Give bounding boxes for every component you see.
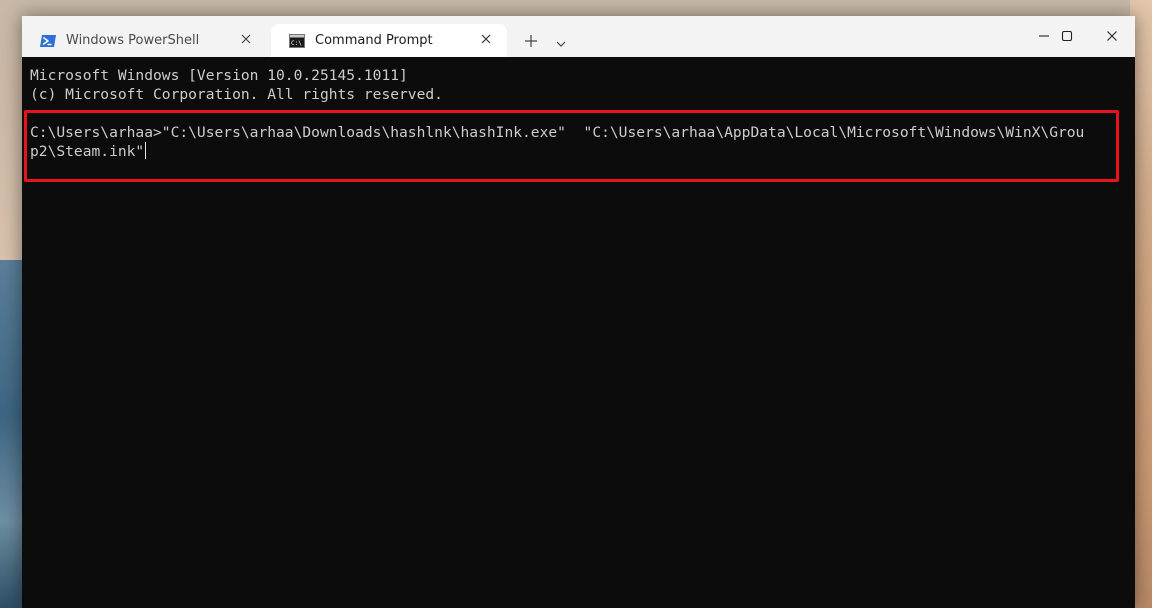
powershell-icon bbox=[40, 34, 56, 47]
minimize-icon[interactable] bbox=[1035, 27, 1053, 45]
plus-icon[interactable] bbox=[522, 32, 540, 50]
tab-label: Command Prompt bbox=[315, 33, 433, 48]
highlight-box bbox=[24, 110, 1119, 182]
version-line: Microsoft Windows [Version 10.0.25145.10… bbox=[30, 67, 408, 84]
copyright-line: (c) Microsoft Corporation. All rights re… bbox=[30, 86, 443, 103]
close-tab-icon[interactable] bbox=[239, 32, 253, 46]
close-tab-icon[interactable] bbox=[479, 32, 493, 46]
tab-command-prompt[interactable]: C:\ Command Prompt bbox=[271, 24, 507, 57]
svg-text:C:\: C:\ bbox=[291, 40, 302, 47]
terminal-window: Windows PowerShell C:\ Command Prompt Mi… bbox=[22, 16, 1135, 608]
tab-label: Windows PowerShell bbox=[66, 33, 200, 48]
maximize-icon[interactable] bbox=[1058, 27, 1076, 45]
terminal-output[interactable]: Microsoft Windows [Version 10.0.25145.10… bbox=[22, 57, 1135, 608]
title-bar: Windows PowerShell C:\ Command Prompt bbox=[22, 16, 1135, 57]
tab-windows-powershell[interactable]: Windows PowerShell bbox=[22, 24, 267, 57]
close-icon[interactable] bbox=[1103, 27, 1121, 45]
chevron-down-icon[interactable] bbox=[554, 35, 568, 47]
cmd-icon: C:\ bbox=[289, 33, 305, 48]
